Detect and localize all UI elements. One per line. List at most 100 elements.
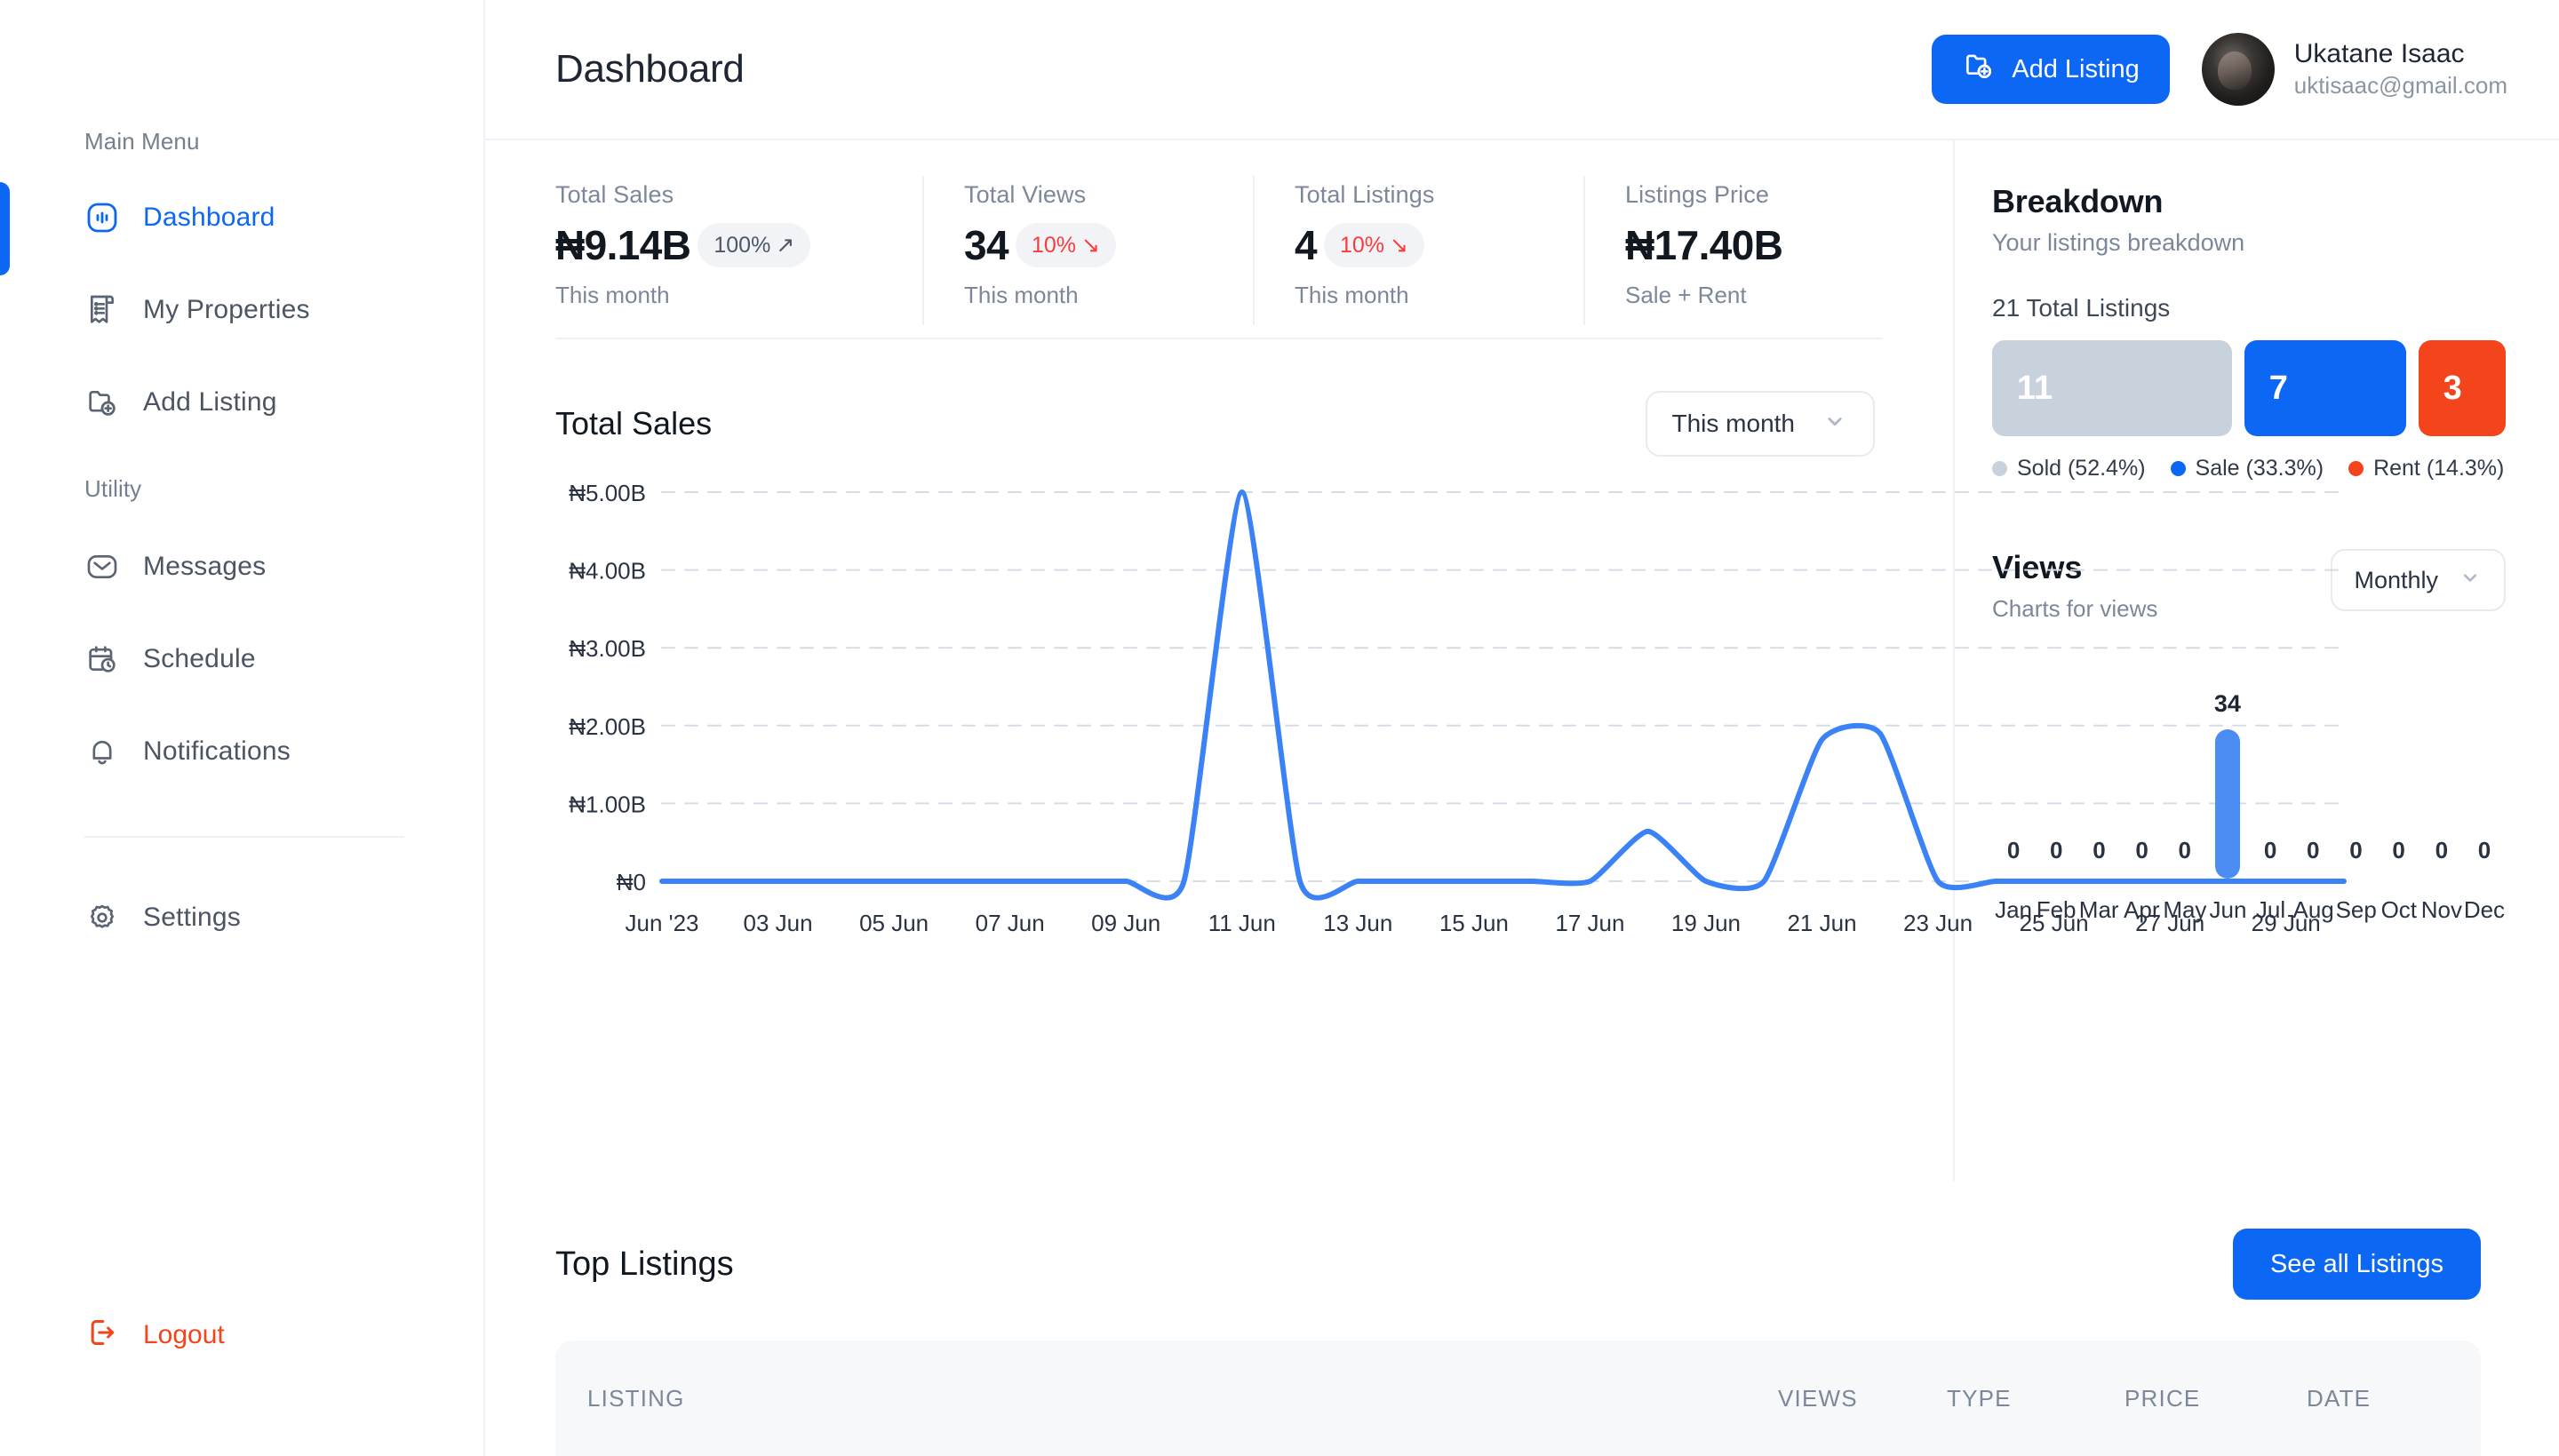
calendar-clock-icon	[84, 641, 120, 677]
sidebar-item-add-listing[interactable]: Add Listing	[84, 374, 483, 431]
stat-card-total-sales: Total Sales ₦9.14B 100% ↗ This month	[555, 181, 922, 318]
top-listings-title: Top Listings	[555, 1245, 734, 1283]
views-bar-column[interactable]: 0	[2249, 837, 2292, 879]
sidebar-item-label: Settings	[143, 903, 241, 932]
sidebar-item-messages[interactable]: Messages	[84, 538, 483, 595]
properties-icon	[84, 292, 120, 328]
sidebar-item-label: My Properties	[143, 295, 310, 324]
views-month-label: Jun	[2209, 896, 2247, 923]
top-listings-section: Top Listings See all Listings LISTING VI…	[485, 1181, 2559, 1456]
breakdown-bar-sale[interactable]: 7	[2244, 340, 2406, 436]
sidebar: Main Menu Dashboard My Properties Add Li…	[0, 0, 485, 1456]
logout-icon	[84, 1315, 120, 1355]
logout-button[interactable]: Logout	[84, 1315, 225, 1355]
trend-up-icon: ↗	[776, 233, 795, 258]
breakdown-bar-count: 3	[2443, 369, 2462, 407]
y-axis-tick-label: ₦4.00B	[569, 558, 646, 585]
sidebar-item-my-properties[interactable]: My Properties	[84, 282, 483, 338]
x-axis-tick-label: 13 Jun	[1323, 910, 1392, 936]
legend-dot	[2348, 461, 2364, 476]
sidebar-item-label: Schedule	[143, 644, 256, 673]
views-month-label: Jul	[2255, 896, 2286, 923]
legend-dot	[1992, 461, 2007, 476]
views-month-label: Apr	[2124, 896, 2160, 923]
x-axis-tick-label: 03 Jun	[744, 910, 813, 936]
views-month-label: Jan	[1995, 896, 2032, 923]
column-header-price: PRICE	[2125, 1384, 2201, 1412]
breakdown-bar-count: 7	[2268, 369, 2288, 407]
views-bar	[2214, 729, 2240, 879]
sidebar-item-dashboard[interactable]: Dashboard	[84, 189, 483, 246]
stat-label: Total Views	[964, 181, 1087, 208]
stat-label: Total Listings	[1295, 181, 1435, 208]
chevron-down-icon	[1822, 408, 1848, 441]
stat-sub: This month	[555, 282, 670, 308]
see-all-listings-button[interactable]: See all Listings	[2232, 1229, 2481, 1300]
y-axis-tick-label: ₦1.00B	[569, 791, 646, 817]
envelope-icon	[84, 549, 120, 585]
views-bar-value: 0	[2093, 837, 2106, 863]
views-month-label: Oct	[2380, 896, 2418, 923]
x-axis-tick-label: 15 Jun	[1439, 910, 1509, 936]
sidebar-item-settings[interactable]: Settings	[84, 889, 483, 946]
main-area: Dashboard Add Listing Ukatane Isaac ukti…	[485, 0, 2559, 1456]
views-bar-column[interactable]: 0	[2334, 837, 2377, 879]
stat-value: ₦17.40B	[1625, 222, 1783, 268]
breakdown-bar-sold[interactable]: 11	[1992, 340, 2232, 436]
views-bar-column[interactable]: 0	[1992, 837, 2035, 879]
x-axis-tick-label: 17 Jun	[1555, 910, 1624, 936]
stat-value: ₦9.14B	[555, 222, 691, 268]
views-month-label: Dec	[2463, 896, 2506, 923]
legend-dot	[2170, 461, 2186, 476]
column-header-listing: LISTING	[587, 1384, 685, 1412]
views-month-labels: Jan Feb Mar Apr May Jun Jul Aug Sep Oct Nov Dec	[1992, 896, 2506, 924]
y-axis-tick-label: ₦5.00B	[569, 480, 646, 506]
add-listing-button[interactable]: Add Listing	[1932, 35, 2170, 104]
badge-value: 10%	[1339, 232, 1385, 258]
stat-label: Listings Price	[1625, 181, 1769, 208]
breakdown-bars: 11 7 3	[1992, 340, 2507, 436]
gear-icon	[84, 900, 120, 935]
views-bar-column[interactable]: 0	[2420, 837, 2463, 879]
views-bar-column[interactable]: 0	[2077, 837, 2120, 879]
sales-chart-header: Total Sales This month	[485, 339, 1953, 457]
status-badge: 10% ↘	[1015, 223, 1116, 267]
user-menu[interactable]: Ukatane Isaac uktisaac@gmail.com	[2201, 33, 2507, 106]
views-bar-value: 0	[2178, 837, 2191, 863]
stat-value-row: 4 10% ↘	[1295, 221, 1541, 269]
sidebar-item-label: Messages	[143, 552, 267, 581]
breakdown-bar-rent[interactable]: 3	[2418, 340, 2507, 436]
trend-down-icon: ↘	[1390, 233, 1408, 258]
views-month-label: May	[2163, 896, 2207, 923]
status-badge: 100% ↗	[698, 223, 811, 267]
views-bar-column[interactable]: 0	[2164, 837, 2206, 879]
views-bar-value: 0	[2307, 837, 2320, 863]
logout-label: Logout	[143, 1319, 225, 1349]
stat-sub: This month	[1295, 282, 1409, 308]
views-bar-value: 0	[2392, 837, 2405, 863]
views-bar-column[interactable]: 0	[2463, 837, 2506, 879]
views-bar-column[interactable]: 0	[2378, 837, 2420, 879]
sales-range-select[interactable]: This month	[1645, 391, 1875, 457]
views-bar-column[interactable]: 34	[2206, 690, 2249, 879]
stat-label: Total Sales	[555, 181, 674, 208]
breakdown-subtitle: Your listings breakdown	[1992, 229, 2245, 256]
views-bar-column[interactable]: 0	[2121, 837, 2164, 879]
y-axis-tick-label: ₦3.00B	[569, 635, 646, 662]
views-bar-value: 0	[2050, 837, 2063, 863]
x-axis-tick-label: 09 Jun	[1091, 910, 1160, 936]
bell-icon	[84, 734, 120, 769]
stat-sub: This month	[964, 282, 1079, 308]
column-header-type: TYPE	[1947, 1384, 2012, 1412]
views-bar-column[interactable]: 0	[2292, 837, 2334, 879]
top-bar: Dashboard Add Listing Ukatane Isaac ukti…	[485, 0, 2559, 140]
y-axis-tick-label: ₦0	[617, 869, 646, 895]
sidebar-section-main-menu: Main Menu	[84, 128, 200, 155]
views-bar-column[interactable]: 0	[2035, 837, 2077, 879]
sidebar-item-notifications[interactable]: Notifications	[84, 723, 483, 780]
add-listing-icon	[1962, 49, 1996, 90]
x-axis-tick-label: 23 Jun	[1903, 910, 1973, 936]
stat-card-total-listings: Total Listings 4 10% ↘ This month	[1253, 176, 1583, 325]
sidebar-item-schedule[interactable]: Schedule	[84, 631, 483, 688]
x-axis-tick-label: 07 Jun	[976, 910, 1045, 936]
